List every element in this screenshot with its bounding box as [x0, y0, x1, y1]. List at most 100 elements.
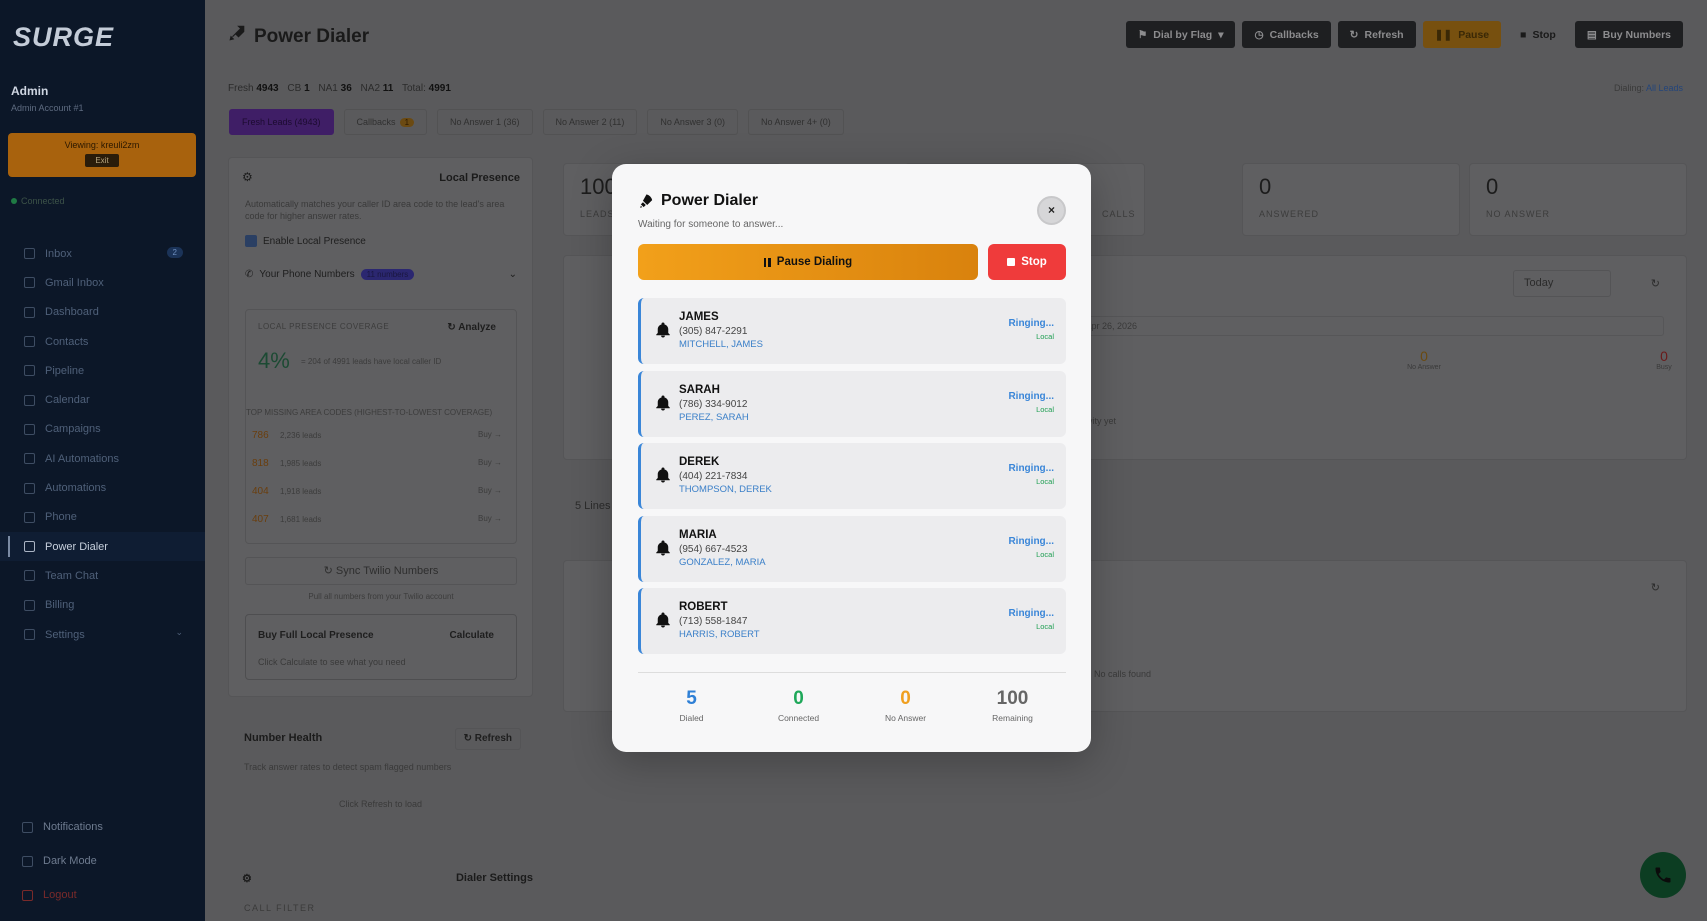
rocket-icon [24, 541, 35, 553]
lead-link[interactable]: THOMPSON, DEREK [679, 484, 772, 495]
bell-icon [656, 540, 670, 555]
tab-no-answer-4plus[interactable]: No Answer 4+ (0) [747, 109, 844, 135]
buy-link[interactable]: Buy → [478, 514, 502, 525]
phone-icon: ✆ [245, 268, 254, 280]
rocket-icon [228, 24, 246, 48]
coverage-percent: 4% [258, 348, 290, 373]
sidebar-item-campaigns[interactable]: Campaigns [0, 415, 205, 444]
number-health-panel: Number Health ↻ Refresh Track answer rat… [228, 712, 533, 842]
buy-numbers-button[interactable]: ▤ Buy Numbers [1574, 21, 1683, 48]
tab-no-answer-2[interactable]: No Answer 2 (11) [542, 109, 638, 135]
sidebar-item-billing[interactable]: Billing [0, 591, 205, 620]
sidebar-item-dashboard[interactable]: Dashboard [0, 298, 205, 327]
dark-mode-toggle[interactable]: Dark Mode [0, 844, 205, 878]
tab-no-answer-3[interactable]: No Answer 3 (0) [647, 109, 738, 135]
filter-tabs: Fresh Leads (4943) Callbacks 1 No Answer … [229, 109, 844, 135]
date-range-select[interactable]: Today [1513, 270, 1611, 297]
dialer-stats: 5 Dialed 0 Connected 0 No Answer 100 Remaini… [638, 688, 1066, 723]
logout-button[interactable]: Logout [0, 878, 205, 912]
refresh-icon[interactable]: ↻ [1651, 277, 1660, 290]
area-code-row: 786 2,236 leads Buy → [252, 430, 502, 441]
tab-fresh-leads[interactable]: Fresh Leads (4943) [229, 109, 334, 135]
notifications-button[interactable]: Notifications [0, 810, 205, 844]
tab-callbacks[interactable]: Callbacks 1 [343, 109, 428, 135]
area-code-row: 404 1,918 leads Buy → [252, 486, 502, 497]
sidebar-item-settings[interactable]: Settings ⌄ [0, 620, 205, 649]
lead-counts: Fresh 4943 CB 1 NA1 36 NA2 11 Total: 499… [228, 83, 451, 94]
sidebar-item-automations[interactable]: Automations [0, 473, 205, 502]
rocket-icon [640, 193, 653, 208]
chart-icon [24, 306, 35, 318]
chevron-down-icon: ▾ [1218, 28, 1224, 41]
sidebar-item-power-dialer[interactable]: Power Dialer [0, 531, 205, 562]
sidebar-item-team-chat[interactable]: Team Chat [0, 561, 205, 590]
calculate-button[interactable]: Calculate [450, 630, 494, 641]
toolbar: ⚑ Dial by Flag ▾ ◷ Callbacks ↻ Refresh ❚❚ Pau… [1125, 21, 1683, 48]
dial-by-flag-button[interactable]: ⚑ Dial by Flag ▾ [1125, 21, 1236, 48]
refresh-icon[interactable]: ↻ [1651, 581, 1660, 594]
tab-no-answer-1[interactable]: No Answer 1 (36) [437, 109, 533, 135]
sidebar-item-phone[interactable]: Phone [0, 503, 205, 532]
user-name: Admin [11, 84, 49, 98]
analyze-button[interactable]: ↻ Analyze [447, 322, 496, 333]
page-title: Power Dialer [228, 24, 369, 48]
close-modal-button[interactable]: × [1037, 196, 1066, 225]
buy-full-local-presence: Buy Full Local Presence Calculate Click … [245, 614, 517, 680]
viewing-banner: Viewing: kreuli2zm Exit [8, 133, 196, 177]
call-filter-label: CALL FILTER [244, 903, 316, 913]
divider [638, 672, 1066, 673]
call-card: MARIA (954) 667-4523 GONZALEZ, MARIA Rin… [638, 515, 1066, 582]
call-status: Ringing... [1008, 463, 1054, 474]
local-tag: Local [1036, 477, 1054, 486]
answered-stat-card: 0 ANSWERED [1242, 163, 1460, 236]
sync-twilio-button[interactable]: ↻ Sync Twilio Numbers [245, 557, 517, 585]
exit-viewing-button[interactable]: Exit [85, 154, 119, 167]
stat-no-answer: 0 No Answer [884, 688, 927, 723]
lead-link[interactable]: PEREZ, SARAH [679, 412, 749, 423]
call-card: JAMES (305) 847-2291 MITCHELL, JAMES Rin… [638, 298, 1066, 364]
dialing-target: Dialing: All Leads [1613, 83, 1683, 93]
stop-icon [1007, 258, 1016, 266]
pause-button[interactable]: ❚❚ Pause [1422, 21, 1502, 48]
dialing-all-leads-link[interactable]: All Leads [1646, 83, 1683, 93]
sidebar-item-calendar[interactable]: Calendar [0, 385, 205, 414]
moon-icon [22, 855, 33, 867]
sidebar-item-gmail-inbox[interactable]: Gmail Inbox [0, 268, 205, 297]
refresh-button[interactable]: ↻ Refresh [1337, 21, 1416, 48]
enable-local-presence-checkbox[interactable]: Enable Local Presence [245, 235, 366, 247]
callbacks-button[interactable]: ◷ Callbacks [1242, 21, 1331, 48]
wand-icon [24, 482, 35, 494]
sidebar-item-inbox[interactable]: Inbox 2 [0, 239, 205, 268]
call-status: Ringing... [1008, 390, 1054, 402]
sidebar-item-pipeline[interactable]: Pipeline [0, 356, 205, 385]
buy-link[interactable]: Buy → [478, 430, 502, 441]
lead-link[interactable]: GONZALEZ, MARIA [679, 557, 766, 568]
call-card: ROBERT (713) 558-1847 HARRIS, ROBERT Rin… [638, 588, 1066, 654]
modal-subtitle: Waiting for someone to answer... [638, 219, 784, 230]
pause-icon: ❚❚ [1434, 28, 1453, 41]
phone-fab-button[interactable] [1640, 852, 1686, 898]
stop-dialing-button[interactable]: Stop [988, 244, 1066, 280]
inbox-badge: 2 [166, 247, 183, 258]
robot-icon [24, 453, 35, 465]
pause-dialing-button[interactable]: Pause Dialing [638, 244, 978, 280]
stop-button[interactable]: ■ Stop [1508, 21, 1568, 48]
phone-icon [1655, 867, 1671, 883]
call-status: Ringing... [1008, 608, 1054, 619]
refresh-icon: ↻ [1349, 28, 1359, 41]
buy-link[interactable]: Buy → [478, 458, 502, 469]
no-answer-stat-card: 0 NO ANSWER [1469, 163, 1687, 236]
bell-icon [656, 612, 670, 628]
call-card: DEREK (404) 221-7834 THOMPSON, DEREK Rin… [638, 443, 1066, 509]
sidebar-item-contacts[interactable]: Contacts [0, 327, 205, 356]
bell-icon [656, 467, 670, 483]
sidebar-item-ai-automations[interactable]: AI Automations [0, 444, 205, 473]
lead-link[interactable]: MITCHELL, JAMES [679, 339, 763, 350]
lead-link[interactable]: HARRIS, ROBERT [679, 629, 760, 640]
sidebar: SURGE Admin Admin Account #1 Viewing: kr… [0, 0, 205, 921]
power-dialer-modal: Power Dialer Waiting for someone to answ… [612, 164, 1091, 752]
number-health-refresh-button[interactable]: ↻ Refresh [454, 728, 521, 750]
your-phone-numbers-dropdown[interactable]: ✆ Your Phone Numbers 11 numbers ⌄ [245, 259, 517, 289]
sidebar-bottom: Notifications Dark Mode Logout [0, 810, 205, 912]
buy-link[interactable]: Buy → [478, 486, 502, 497]
